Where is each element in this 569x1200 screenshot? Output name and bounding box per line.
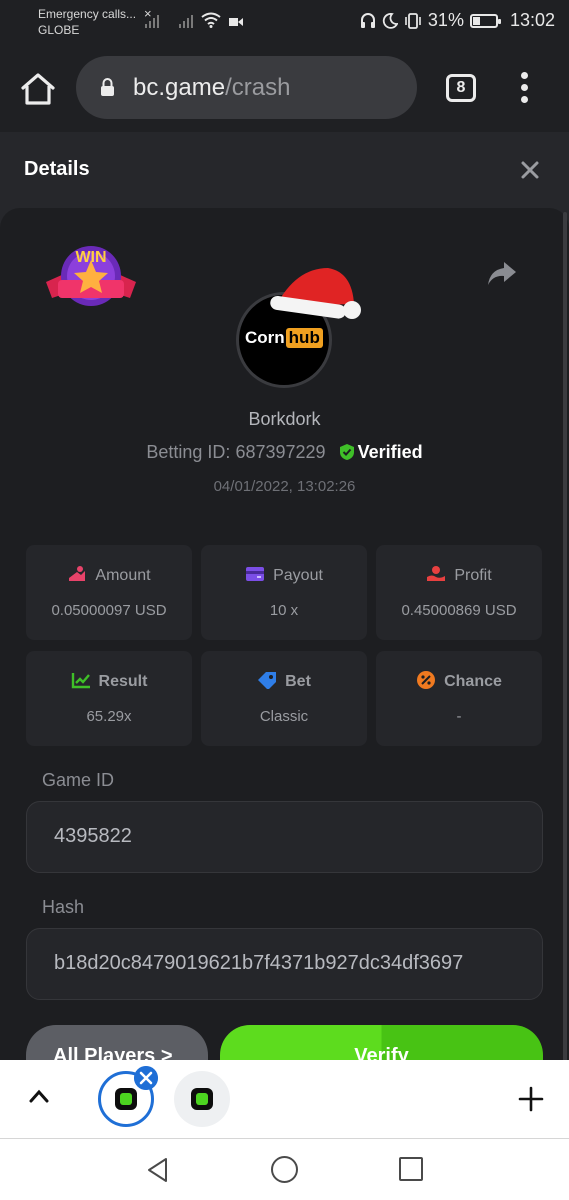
stat-label-text: Profit: [454, 567, 492, 584]
stat-card-profit: Profit 0.45000869 USD: [376, 545, 542, 640]
hash-label: Hash: [42, 897, 85, 917]
stat-label-text: Bet: [285, 673, 311, 690]
all-players-button[interactable]: All Players >: [26, 1025, 208, 1060]
stat-card-result: Result 65.29x: [26, 651, 192, 746]
home-nav-icon[interactable]: [271, 1156, 298, 1183]
back-icon[interactable]: [146, 1157, 170, 1183]
url-host: bc.game: [133, 74, 226, 101]
battery-percent: 31%: [427, 10, 464, 30]
stat-label-text: Result: [98, 673, 148, 690]
scrollbar[interactable]: [563, 212, 567, 1060]
page-title: Details: [24, 158, 90, 180]
stat-value-bet: Classic: [259, 708, 309, 725]
bet-icon: [258, 672, 277, 689]
close-icon[interactable]: [518, 158, 542, 182]
bcgame-logo-icon: [191, 1088, 213, 1110]
bcgame-logo-icon: [115, 1088, 137, 1110]
amount-icon: [69, 566, 86, 581]
stat-value-amount: 0.05000097 USD: [51, 602, 167, 619]
stat-value-chance: -: [456, 708, 462, 725]
payout-icon: [246, 567, 265, 581]
stat-card-payout: Payout 10 x: [201, 545, 367, 640]
stat-label-text: Amount: [95, 567, 151, 584]
status-bar: Emergency calls... GLOBE × 31% 13:02: [0, 0, 569, 44]
home-icon[interactable]: [20, 72, 56, 106]
betting-id-label: Betting ID:: [146, 442, 231, 462]
battery-icon: [469, 13, 501, 28]
stat-label-chance: Chance: [376, 671, 542, 691]
stat-value-profit: 0.45000869 USD: [401, 602, 517, 619]
details-page: Details WIN Corn hub Borkdork Betting ID…: [0, 132, 569, 1060]
santa-hat-icon: [270, 268, 361, 319]
lock-icon: [101, 78, 114, 96]
stat-label-text: Payout: [273, 567, 323, 584]
carrier-line1: Emergency calls...: [38, 7, 137, 21]
win-badge-icon: WIN: [46, 246, 136, 306]
recent-apps-icon[interactable]: [399, 1157, 423, 1181]
avatar-text: Corn hub: [245, 328, 323, 348]
vibrate-icon: [405, 12, 421, 29]
url-path: /crash: [225, 74, 291, 101]
game-id-field[interactable]: 4395822: [26, 801, 543, 873]
screen: Emergency calls... GLOBE × 31% 13:02 bc.…: [0, 0, 569, 1200]
tab-thumbnail[interactable]: [174, 1071, 230, 1127]
moon-icon: [382, 12, 398, 29]
tab-switcher-button[interactable]: 8: [446, 74, 476, 102]
close-tab-icon[interactable]: [134, 1066, 158, 1090]
avatar-text-b: hub: [285, 328, 323, 348]
stat-value-payout: 10 x: [269, 602, 299, 619]
username: Borkdork: [248, 409, 321, 429]
carrier-line2: GLOBE: [38, 23, 80, 37]
verify-label: Verify: [354, 1045, 409, 1060]
carrier-info: Emergency calls... GLOBE ×: [38, 6, 152, 38]
chance-icon: [417, 671, 436, 689]
tab-strip: [0, 1060, 569, 1138]
stat-label-amount: Amount: [26, 565, 192, 585]
stat-card-amount: Amount 0.05000097 USD: [26, 545, 192, 640]
stat-label-bet: Bet: [201, 671, 367, 691]
chevron-up-icon[interactable]: [28, 1088, 50, 1104]
signal-icon: [145, 12, 159, 28]
stat-card-chance: Chance -: [376, 651, 542, 746]
hash-value: b18d20c8479019621b7f4371b927dc34df3697: [54, 952, 464, 974]
verified-label: Verified: [357, 442, 423, 462]
url-text: bc.game/crash: [133, 74, 290, 102]
result-icon: [71, 673, 90, 689]
verify-button[interactable]: Verify: [220, 1025, 543, 1060]
headset-icon: [360, 12, 375, 28]
verified-shield-icon: [339, 444, 354, 460]
browser-toolbar: bc.game/crash 8: [0, 44, 569, 132]
avatar-text-a: Corn: [245, 328, 285, 347]
stat-label-profit: Profit: [376, 565, 542, 585]
stat-label-result: Result: [26, 671, 192, 691]
win-badge-text: WIN: [75, 249, 106, 266]
profit-icon: [427, 566, 446, 581]
all-players-label: All Players >: [53, 1045, 173, 1060]
wifi-icon: [201, 12, 221, 28]
stat-label-text: Chance: [444, 673, 502, 690]
video-icon: [229, 18, 243, 26]
stat-label-payout: Payout: [201, 565, 367, 585]
system-nav-bar: [0, 1138, 569, 1200]
timestamp: 04/01/2022, 13:02:26: [213, 478, 356, 495]
signal-icons: [145, 12, 243, 28]
status-right: 31% 13:02: [360, 10, 555, 31]
overflow-menu-icon[interactable]: [518, 72, 530, 106]
signal-icon-2: [179, 12, 193, 28]
new-tab-plus-icon[interactable]: [518, 1086, 544, 1112]
stat-card-bet: Bet Classic: [201, 651, 367, 746]
betting-id-row: Betting ID: 687397229 Verified: [0, 442, 569, 463]
clock: 13:02: [509, 10, 555, 30]
hash-field[interactable]: b18d20c8479019621b7f4371b927dc34df3697: [26, 928, 543, 1000]
stat-value-result: 65.29x: [86, 708, 132, 725]
battery-fill: [472, 16, 480, 25]
address-bar[interactable]: bc.game/crash: [76, 56, 417, 119]
game-id-label: Game ID: [42, 770, 115, 790]
game-id-value: 4395822: [54, 825, 132, 847]
share-icon[interactable]: [486, 260, 518, 288]
betting-id: 687397229: [235, 442, 326, 462]
